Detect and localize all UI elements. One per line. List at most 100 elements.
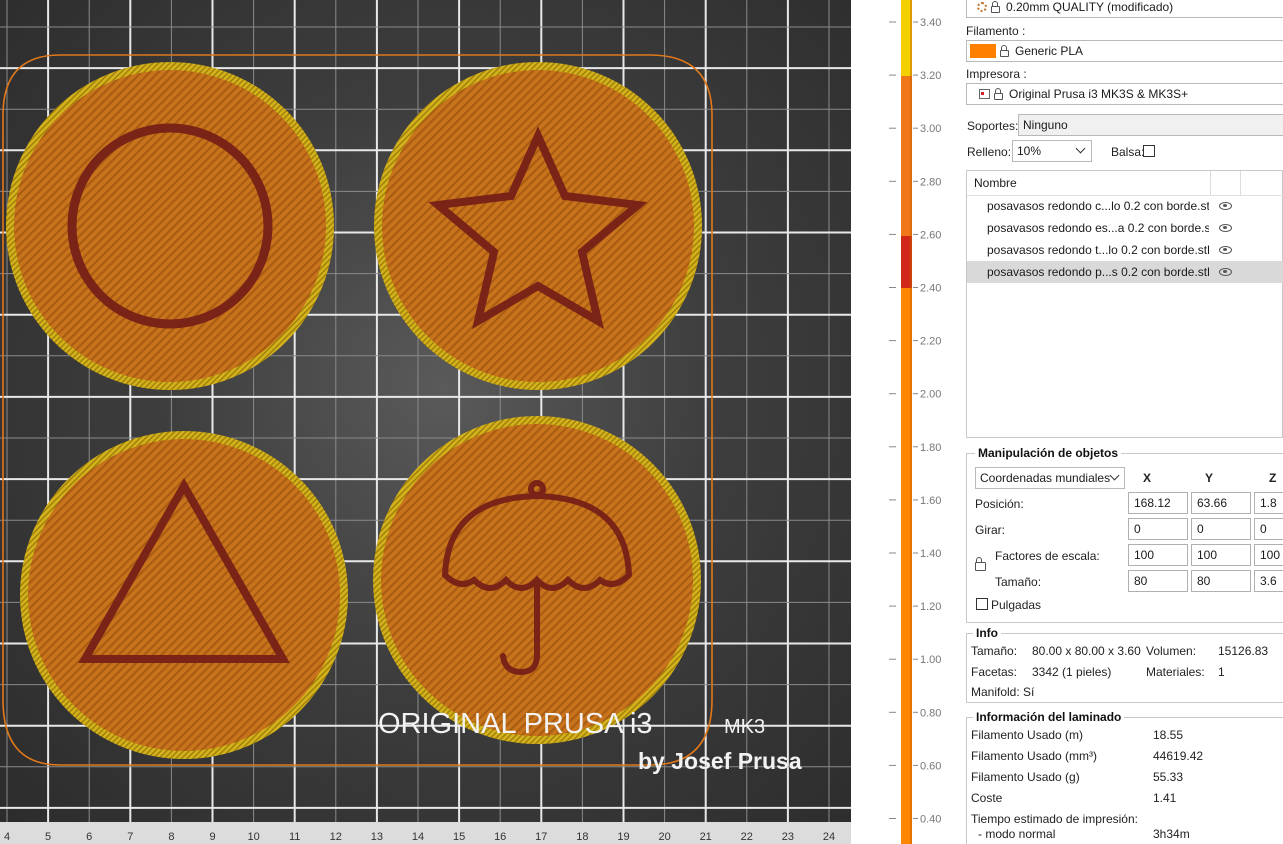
scale-y-field[interactable]: 100 (1191, 544, 1251, 566)
object-row[interactable]: posavasos redondo t...lo 0.2 con borde.s… (967, 239, 1283, 261)
rotate-z-field[interactable]: 0 (1254, 518, 1283, 540)
object-list[interactable]: Nombre posavasos redondo c...lo 0.2 con … (966, 170, 1283, 438)
scale-x-field[interactable]: 100 (1128, 544, 1188, 566)
layer-tick-label: 1.40 (920, 548, 941, 560)
filament-mm3-value: 44619.42 (1153, 749, 1204, 763)
position-x-field[interactable]: 168.12 (1128, 492, 1188, 514)
cost-value: 1.41 (1153, 791, 1177, 805)
coaster-triangle[interactable] (20, 431, 348, 759)
object-name: posavasos redondo p...s 0.2 con borde.st… (987, 265, 1209, 279)
manipulation-title: Manipulación de objetos (975, 446, 1122, 460)
filament-m-value: 18.55 (1153, 728, 1184, 742)
layer-tick-label: 3.20 (920, 70, 941, 82)
x-column-header: X (1143, 471, 1152, 485)
brim-checkbox[interactable] (1143, 145, 1155, 157)
coordinate-mode-combo[interactable]: Coordenadas mundiales (975, 467, 1125, 489)
coaster-circle[interactable] (6, 62, 334, 390)
normal-mode-label: - modo normal (978, 827, 1056, 841)
gear-icon (977, 2, 987, 12)
object-list-header: Nombre (967, 171, 1283, 196)
rotate-x-field[interactable]: 0 (1128, 518, 1188, 540)
x-axis-tick-label: 20 (658, 831, 670, 843)
info-size-label: Tamaño: (971, 644, 1018, 658)
bed-logo-mk: MK3 (724, 716, 765, 738)
size-z-field[interactable]: 3.6 (1254, 570, 1283, 592)
x-axis-tick-label: 9 (209, 831, 215, 843)
z-column-header: Z (1269, 471, 1277, 485)
x-axis-tick-label: 19 (617, 831, 629, 843)
cost-label: Coste (971, 791, 1003, 805)
layer-tick-label: 2.20 (920, 336, 941, 348)
x-axis-tick-label: 12 (330, 831, 342, 843)
filament-combo[interactable]: Generic PLA (966, 40, 1283, 62)
layer-tick-label: 2.60 (920, 229, 941, 241)
eye-icon[interactable] (1219, 246, 1232, 254)
scale-z-field[interactable]: 100 (1254, 544, 1283, 566)
layer-slider[interactable]: 3.40 3.20 3.00 2.80 2.60 2.40 2.20 2.00 1.80 1.60… (851, 0, 958, 844)
supports-value: Ninguno (1023, 118, 1068, 132)
layer-tick-label: 2.80 (920, 176, 941, 188)
object-row[interactable]: posavasos redondo c...lo 0.2 con borde.s… (967, 195, 1283, 217)
layer-tick-label: 0.60 (920, 760, 941, 772)
x-axis-tick-label: 17 (535, 831, 547, 843)
eye-icon[interactable] (1219, 268, 1232, 276)
object-row-selected[interactable]: posavasos redondo p...s 0.2 con borde.st… (967, 261, 1283, 283)
printer-icon (979, 89, 990, 99)
infill-value: 10% (1017, 144, 1042, 158)
x-axis-tick-label: 5 (45, 831, 51, 843)
filament-m-label: Filamento Usado (m) (971, 728, 1084, 742)
inches-checkbox[interactable] (976, 598, 988, 610)
print-profile-value: 0.20mm QUALITY (modificado) (1006, 0, 1174, 14)
info-manifold: Manifold: Sí (971, 685, 1035, 699)
name-column-header[interactable]: Nombre (974, 176, 1017, 190)
size-y-field[interactable]: 80 (1191, 570, 1251, 592)
x-axis-tick-label: 6 (86, 831, 92, 843)
supports-label: Soportes: (967, 119, 1019, 133)
x-axis-tick-label: 4 (4, 831, 10, 843)
object-name: posavasos redondo c...lo 0.2 con borde.s… (987, 199, 1209, 213)
x-axis-tick-label: 18 (576, 831, 588, 843)
object-name: posavasos redondo t...lo 0.2 con borde.s… (987, 243, 1209, 257)
inches-label: Pulgadas (991, 598, 1042, 612)
3d-viewport[interactable]: ORIGINAL PRUSA i3 MK3 by Josef Prusa 4 5 6… (0, 0, 851, 844)
print-profile-combo[interactable]: 0.20mm QUALITY (modificado) (966, 0, 1283, 18)
coordinate-mode-value: Coordenadas mundiales (980, 471, 1111, 485)
position-z-field[interactable]: 1.8 (1254, 492, 1283, 514)
x-axis-tick-label: 24 (823, 831, 835, 843)
chevron-down-icon (1075, 143, 1086, 154)
coaster-star[interactable] (374, 62, 702, 390)
infill-combo[interactable]: 10% (1012, 140, 1092, 162)
object-name: posavasos redondo es...a 0.2 con borde.s… (987, 221, 1209, 235)
x-axis-tick-label: 22 (741, 831, 753, 843)
rotate-y-field[interactable]: 0 (1191, 518, 1251, 540)
object-row[interactable]: posavasos redondo es...a 0.2 con borde.s… (967, 217, 1283, 239)
info-volume-label: Volumen: (1146, 644, 1197, 658)
lock-icon[interactable] (975, 557, 986, 571)
size-x-field[interactable]: 80 (1128, 570, 1188, 592)
layer-tick-label: 3.00 (920, 123, 941, 135)
rotate-label: Girar: (975, 523, 1005, 537)
filament-g-value: 55.33 (1153, 770, 1184, 784)
eye-icon[interactable] (1219, 224, 1232, 232)
x-axis-tick-label: 11 (289, 831, 300, 843)
position-y-field[interactable]: 63.66 (1191, 492, 1251, 514)
lock-icon (991, 1, 1000, 13)
supports-combo[interactable]: Ninguno (1018, 114, 1283, 136)
eye-icon[interactable] (1219, 202, 1232, 210)
info-size-value: 80.00 x 80.00 x 3.60 (1032, 644, 1141, 658)
size-label: Tamaño: (995, 575, 1042, 589)
bed-logo-line2: by Josef Prusa (638, 748, 802, 774)
x-axis-tick-label: 21 (700, 831, 712, 843)
printer-combo[interactable]: Original Prusa i3 MK3S & MK3S+ (966, 83, 1283, 105)
layer-tick-label: 2.00 (920, 389, 941, 401)
layer-tick-label: 0.80 (920, 707, 941, 719)
settings-panel: 0.20mm QUALITY (modificado) Filamento : … (958, 0, 1283, 844)
x-axis-ticks: 4 5 6 7 8 9 10 11 12 13 14 15 16 17 18 19 20 21 22 23 24 (4, 831, 835, 843)
x-axis-tick-label: 16 (494, 831, 506, 843)
coaster-umbrella[interactable] (373, 416, 701, 744)
layer-tick-label: 2.40 (920, 283, 941, 295)
info-materials-value: 1 (1218, 665, 1225, 679)
x-axis-tick-label: 15 (453, 831, 465, 843)
filament-mm3-label: Filamento Usado (mm³) (971, 749, 1098, 763)
filament-value: Generic PLA (1015, 44, 1084, 58)
